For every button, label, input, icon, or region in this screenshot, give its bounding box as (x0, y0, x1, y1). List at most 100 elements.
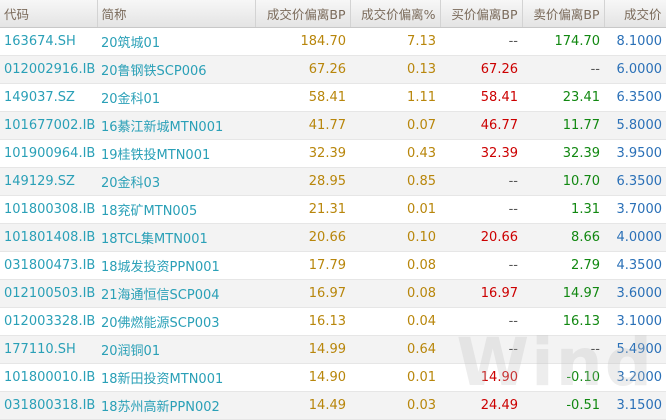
cell-name: 16綦江新城MTN001 (97, 111, 255, 140)
cell-name: 18苏州高新PPN002 (97, 391, 255, 420)
cell-buy: -- (440, 251, 522, 280)
cell-code: 012100503.IB (0, 279, 97, 308)
header-ask-deviation-bp[interactable]: 卖价偏离BP (522, 0, 605, 28)
cell-pct: 0.03 (350, 391, 440, 420)
cell-bp: 21.31 (255, 195, 350, 224)
cell-code: 101801408.IB (0, 223, 97, 252)
table-row[interactable]: 149037.SZ 20金科01 58.41 1.11 58.41 23.41 6.3500 (0, 83, 666, 112)
cell-name: 19桂铁投MTN001 (97, 139, 255, 168)
cell-price: 5.4900 (604, 335, 666, 364)
cell-sell: 1.31 (522, 195, 604, 224)
table-row[interactable]: 177110.SH 20润铜01 14.99 0.64 -- -- 5.4900 (0, 335, 666, 364)
table-row[interactable]: 101677002.IB 16綦江新城MTN001 41.77 0.07 46.77 11… (0, 111, 666, 140)
cell-name: 20筑城01 (97, 27, 255, 56)
cell-code: 012002916.IB (0, 55, 97, 84)
header-trade-price[interactable]: 成交价 (604, 0, 666, 28)
cell-sell: 32.39 (522, 139, 604, 168)
cell-sell: -- (522, 335, 604, 364)
table-header: 代码 简称 成交价偏离BP 成交价偏离% 买价偏离BP 卖价偏离BP 成交价 (0, 0, 666, 28)
cell-buy: -- (440, 335, 522, 364)
cell-sell: 11.77 (522, 111, 604, 140)
cell-price: 4.3500 (604, 251, 666, 280)
cell-sell: 2.79 (522, 251, 604, 280)
cell-sell: 10.70 (522, 167, 604, 196)
cell-pct: 7.13 (350, 27, 440, 56)
cell-buy: 67.26 (440, 55, 522, 84)
table-row[interactable]: 163674.SH 20筑城01 184.70 7.13 -- 174.70 8.1000 (0, 27, 666, 56)
cell-sell: 174.70 (522, 27, 604, 56)
cell-bp: 32.39 (255, 139, 350, 168)
cell-name: 20佛燃能源SCP003 (97, 307, 255, 336)
table-row[interactable]: 012002916.IB 20鲁钢铁SCP006 67.26 0.13 67.26 -- 6… (0, 55, 666, 84)
header-name[interactable]: 简称 (97, 0, 256, 28)
table-row[interactable]: 149129.SZ 20金科03 28.95 0.85 -- 10.70 6.3500 (0, 167, 666, 196)
cell-name: 20金科01 (97, 83, 255, 112)
cell-code: 149129.SZ (0, 167, 97, 196)
header-trade-deviation-pct[interactable]: 成交价偏离% (350, 0, 441, 28)
cell-name: 20润铜01 (97, 335, 255, 364)
header-trade-deviation-bp[interactable]: 成交价偏离BP (255, 0, 351, 28)
cell-bp: 184.70 (255, 27, 350, 56)
cell-code: 101800010.IB (0, 363, 97, 392)
cell-pct: 0.13 (350, 55, 440, 84)
cell-sell: -0.51 (522, 391, 604, 420)
cell-name: 18新田投资MTN001 (97, 363, 255, 392)
cell-pct: 0.01 (350, 195, 440, 224)
cell-bp: 20.66 (255, 223, 350, 252)
cell-bp: 14.99 (255, 335, 350, 364)
cell-bp: 58.41 (255, 83, 350, 112)
cell-price: 3.6000 (604, 279, 666, 308)
cell-bp: 16.13 (255, 307, 350, 336)
cell-code: 031800318.IB (0, 391, 97, 420)
table-row[interactable]: 101900964.IB 19桂铁投MTN001 32.39 0.43 32.39 32.… (0, 139, 666, 168)
cell-pct: 0.85 (350, 167, 440, 196)
cell-buy: 14.90 (440, 363, 522, 392)
cell-code: 149037.SZ (0, 83, 97, 112)
cell-pct: 0.43 (350, 139, 440, 168)
table-row[interactable]: 031800473.IB 18城发投资PPN001 17.79 0.08 -- 2.79 4… (0, 251, 666, 280)
cell-bp: 14.90 (255, 363, 350, 392)
table-body: 163674.SH 20筑城01 184.70 7.13 -- 174.70 8.1000 0… (0, 27, 666, 420)
cell-sell: -0.10 (522, 363, 604, 392)
cell-price: 3.1000 (604, 307, 666, 336)
cell-code: 101900964.IB (0, 139, 97, 168)
cell-name: 18兖矿MTN005 (97, 195, 255, 224)
cell-price: 3.9500 (604, 139, 666, 168)
cell-code: 101677002.IB (0, 111, 97, 140)
cell-buy: 20.66 (440, 223, 522, 252)
cell-price: 3.2000 (604, 363, 666, 392)
cell-price: 3.7000 (604, 195, 666, 224)
table-row[interactable]: 031800318.IB 18苏州高新PPN002 14.49 0.03 24.49 -0… (0, 391, 666, 420)
cell-sell: 16.13 (522, 307, 604, 336)
cell-bp: 41.77 (255, 111, 350, 140)
cell-bp: 14.49 (255, 391, 350, 420)
cell-buy: 58.41 (440, 83, 522, 112)
cell-buy: -- (440, 307, 522, 336)
cell-pct: 0.08 (350, 251, 440, 280)
cell-sell: 23.41 (522, 83, 604, 112)
cell-buy: 32.39 (440, 139, 522, 168)
cell-pct: 0.01 (350, 363, 440, 392)
cell-price: 4.0000 (604, 223, 666, 252)
cell-code: 163674.SH (0, 27, 97, 56)
table-row[interactable]: 101800308.IB 18兖矿MTN005 21.31 0.01 -- 1.31 3.7… (0, 195, 666, 224)
cell-name: 20金科03 (97, 167, 255, 196)
cell-buy: -- (440, 27, 522, 56)
table-row[interactable]: 101800010.IB 18新田投资MTN001 14.90 0.01 14.90 -0… (0, 363, 666, 392)
cell-bp: 28.95 (255, 167, 350, 196)
bond-deviation-table: 代码 简称 成交价偏离BP 成交价偏离% 买价偏离BP 卖价偏离BP 成交价 1… (0, 0, 666, 420)
table-row[interactable]: 101801408.IB 18TCL集MTN001 20.66 0.10 20.66 8.… (0, 223, 666, 252)
table-row[interactable]: 012100503.IB 21海通恒信SCP004 16.97 0.08 16.97 14… (0, 279, 666, 308)
cell-price: 6.3500 (604, 167, 666, 196)
header-bid-deviation-bp[interactable]: 买价偏离BP (440, 0, 523, 28)
cell-pct: 1.11 (350, 83, 440, 112)
cell-pct: 0.10 (350, 223, 440, 252)
table-row[interactable]: 012003328.IB 20佛燃能源SCP003 16.13 0.04 -- 16.13… (0, 307, 666, 336)
cell-buy: 24.49 (440, 391, 522, 420)
cell-bp: 17.79 (255, 251, 350, 280)
cell-buy: -- (440, 195, 522, 224)
header-code[interactable]: 代码 (0, 0, 98, 28)
cell-name: 21海通恒信SCP004 (97, 279, 255, 308)
cell-buy: 46.77 (440, 111, 522, 140)
cell-pct: 0.64 (350, 335, 440, 364)
